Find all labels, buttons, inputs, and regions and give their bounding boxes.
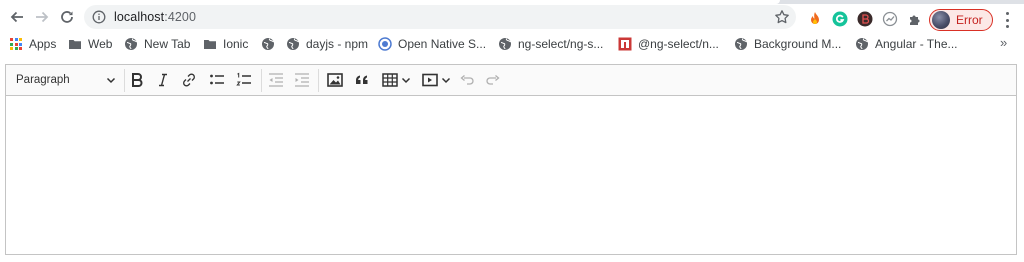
fire-extension-icon[interactable] [807,11,823,27]
insert-table-dropdown[interactable] [378,70,414,90]
folder-icon [203,37,217,51]
profile-status-label: Error [956,13,983,27]
bookmark-ng-select-github[interactable]: ng-select/ng-s... [498,34,603,54]
avatar [932,11,950,29]
grammarly-extension-icon[interactable] [832,11,848,27]
profile-error-button[interactable]: Error [929,9,993,31]
image-icon [327,73,343,87]
url-port: :4200 [164,10,197,24]
speed-extension-icon[interactable] [882,11,898,27]
globe-icon [261,37,275,51]
reload-icon [61,11,73,23]
editor-content-area[interactable] [6,96,1016,254]
bookmarks-overflow-button[interactable]: » [1000,35,1007,50]
folder-icon [68,37,82,51]
numbered-list-button[interactable] [233,70,255,90]
forward-button[interactable] [29,5,55,29]
rich-text-editor: Paragraph [5,64,1017,255]
redo-icon [486,75,500,85]
toolbar-divider [261,69,262,92]
bold-button[interactable] [127,70,147,90]
back-button[interactable] [4,5,30,29]
apps-grid-icon [9,37,23,51]
heading-dropdown[interactable]: Paragraph [6,65,122,95]
globe-icon [124,37,138,51]
bookmarks-bar: Apps Web New Tab Ionic dayjs - npm Open … [0,33,1024,55]
site-info-icon[interactable] [92,10,106,24]
italic-button[interactable] [153,70,173,90]
bookmark-dayjs-link[interactable] [261,34,281,54]
bookmark-star-icon[interactable] [774,9,790,25]
forward-arrow-icon [36,11,49,23]
globe-icon [734,37,748,51]
bookmark-label: @ng-select/n... [638,37,719,51]
npm-icon [618,37,632,51]
bookmark-label: Angular - The... [875,37,958,51]
heading-dropdown-value: Paragraph [16,74,70,86]
bookmark-label: dayjs - npm [306,37,369,51]
undo-icon [460,75,474,85]
link-icon [183,73,195,87]
outdent-button[interactable] [265,70,287,90]
globe-icon [286,37,300,51]
bookmark-background-m[interactable]: Background M... [734,34,841,54]
address-bar[interactable]: localhost:4200 [84,5,796,29]
bold-icon [132,73,143,87]
bookmark-angular[interactable]: Angular - The... [855,34,958,54]
chevron-down-icon [441,77,451,84]
media-icon [422,73,438,87]
url-host: localhost [114,10,165,24]
bookmark-ionic[interactable]: Ionic [203,34,248,54]
outdent-icon [269,73,283,87]
toolbar-divider [124,69,125,92]
italic-icon [159,73,167,87]
bookmark-web[interactable]: Web [68,34,112,54]
bookmark-apps[interactable]: Apps [9,34,56,54]
reload-button[interactable] [54,5,80,29]
bookmark-label: Ionic [223,37,249,51]
bookmark-dayjs-npm[interactable]: dayjs - npm [286,34,368,54]
bookmark-label: ng-select/ng-s... [518,37,604,51]
bookmark-ng-select-npm[interactable]: @ng-select/n... [618,34,719,54]
bookmark-label: Apps [29,37,57,51]
indent-icon [295,73,309,87]
back-arrow-icon [10,11,23,23]
bookmark-label: Open Native S... [398,37,487,51]
bookmark-label: Background M... [754,37,842,51]
globe-icon [498,37,512,51]
target-icon [378,37,392,51]
chrome-menu-icon[interactable] [1000,12,1014,28]
browser-toolbar: localhost:4200 Error [0,4,1024,31]
bookmark-new-tab[interactable]: New Tab [124,34,190,54]
table-icon [382,73,398,87]
toolbar-divider [318,69,319,92]
insert-media-dropdown[interactable] [418,70,454,90]
bulleted-list-icon [210,74,224,85]
blockquote-button[interactable] [351,70,373,90]
insert-image-button[interactable] [324,70,346,90]
globe-icon [855,37,869,51]
chevron-down-icon [106,77,116,84]
extensions-puzzle-icon[interactable] [907,11,923,27]
bookmark-label: New Tab [144,37,191,51]
bookmark-open-native[interactable]: Open Native S... [378,34,486,54]
redo-button[interactable] [482,70,504,90]
link-button[interactable] [179,70,199,90]
undo-button[interactable] [456,70,478,90]
dark-extension-icon[interactable] [857,11,873,27]
numbered-list-icon [236,72,251,86]
indent-button[interactable] [291,70,313,90]
editor-toolbar: Paragraph [6,65,1016,96]
bookmark-label: Web [88,37,113,51]
url-text: localhost:4200 [114,10,196,24]
quote-icon [356,75,368,84]
bulleted-list-button[interactable] [206,70,228,90]
chevron-down-icon [401,77,411,84]
